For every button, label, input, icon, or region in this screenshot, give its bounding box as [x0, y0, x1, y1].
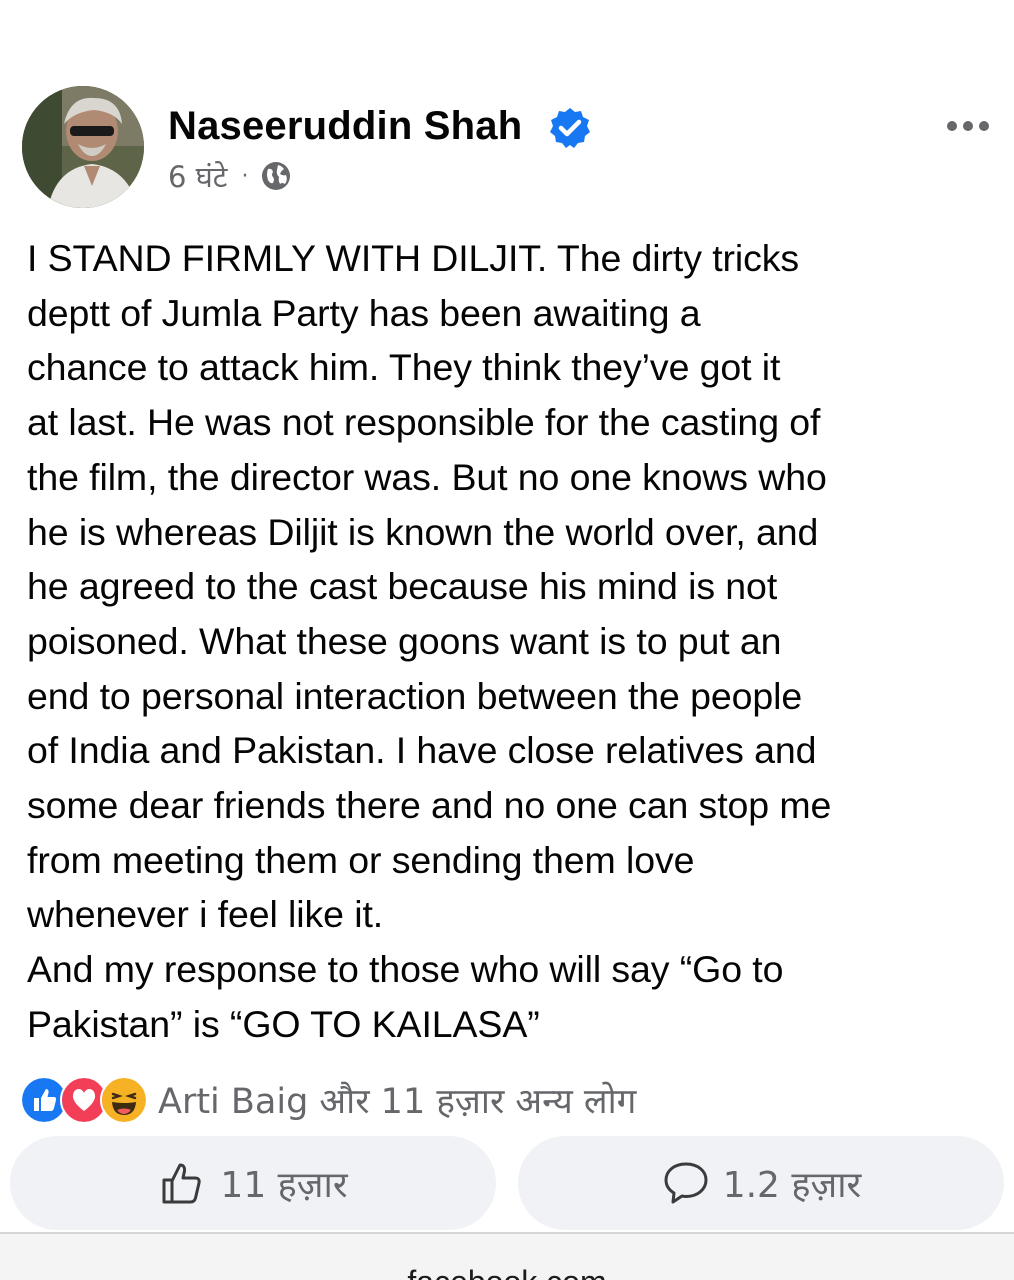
more-options-icon[interactable]: [944, 114, 992, 138]
page-url[interactable]: facebook.com: [0, 1264, 1014, 1280]
haha-reaction-icon: [100, 1076, 148, 1124]
avatar-photo: [22, 86, 144, 208]
meta-separator: ·: [241, 163, 249, 189]
post-timestamp[interactable]: 6 घंटे: [168, 157, 227, 196]
browser-footer: facebook.com: [0, 1234, 1014, 1280]
post-meta: 6 घंटे ·: [168, 158, 292, 194]
post-body-text: I STAND FIRMLY WITH DILJIT. The dirty tr…: [27, 237, 832, 1045]
comment-count: 1.2 हज़ार: [722, 1164, 862, 1206]
author-name[interactable]: Naseeruddin Shah: [168, 104, 522, 149]
like-button[interactable]: 11 हज़ार: [10, 1136, 496, 1230]
like-count: 11 हज़ार: [220, 1164, 348, 1206]
reactions-summary-text[interactable]: Arti Baig और 11 हज़ार अन्य लोग: [158, 1077, 636, 1124]
reactions-summary[interactable]: Arti Baig और 11 हज़ार अन्य लोग: [20, 1076, 636, 1124]
globe-icon: [262, 162, 291, 190]
verified-badge-icon: [550, 108, 590, 148]
comment-button[interactable]: 1.2 हज़ार: [518, 1136, 1004, 1230]
author-avatar[interactable]: [22, 86, 144, 208]
reaction-icons: [20, 1076, 148, 1124]
thumbs-up-icon: [162, 1163, 202, 1204]
post-header: Naseeruddin Shah 6 घंटे ·: [22, 86, 992, 210]
comment-bubble-icon: [664, 1162, 708, 1204]
